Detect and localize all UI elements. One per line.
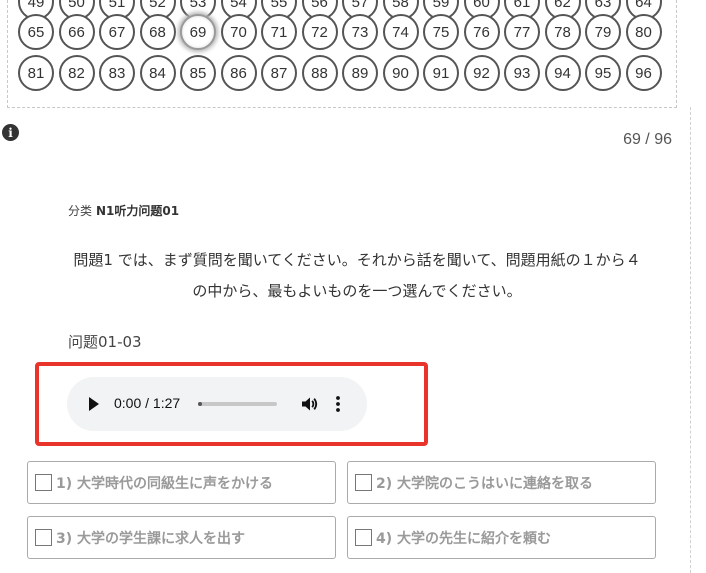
question-number-69[interactable]: 69: [180, 14, 216, 50]
play-icon[interactable]: [89, 397, 99, 411]
question-number-75[interactable]: 75: [423, 14, 459, 50]
question-category: 分类 N1听力问题01: [68, 202, 179, 219]
option-label: 4) 大学の先生に紹介を頼む: [376, 530, 552, 547]
question-number-71[interactable]: 71: [261, 14, 297, 50]
question-number-91[interactable]: 91: [423, 55, 459, 91]
question-number-70[interactable]: 70: [220, 14, 257, 50]
question-number-95[interactable]: 95: [585, 55, 621, 91]
question-number-89[interactable]: 89: [342, 55, 378, 91]
volume-icon[interactable]: [300, 395, 318, 413]
option-checkbox[interactable]: [355, 529, 372, 546]
question-number-83[interactable]: 83: [99, 55, 135, 91]
question-number-80[interactable]: 80: [625, 14, 662, 50]
option-checkbox[interactable]: [35, 529, 52, 546]
audio-time: 0:00 / 1:27: [114, 395, 181, 411]
option-label: 3) 大学の学生課に求人を出す: [56, 530, 246, 547]
question-number-78[interactable]: 78: [544, 14, 581, 50]
answer-option-2[interactable]: 2) 大学院のこうはいに連絡を取る: [347, 461, 656, 504]
question-number-92[interactable]: 92: [463, 55, 500, 91]
question-number-82[interactable]: 82: [58, 55, 95, 91]
question-number-84[interactable]: 84: [139, 55, 176, 91]
option-checkbox[interactable]: [35, 474, 52, 491]
info-icon[interactable]: i: [2, 124, 19, 141]
content-divider: [690, 107, 691, 573]
question-number-77[interactable]: 77: [504, 14, 540, 50]
answer-option-4[interactable]: 4) 大学の先生に紹介を頼む: [347, 516, 656, 559]
option-checkbox[interactable]: [355, 474, 372, 491]
audio-player[interactable]: 0:00 / 1:27: [67, 377, 367, 431]
category-value: N1听力问题01: [96, 204, 180, 218]
question-number-86[interactable]: 86: [220, 55, 257, 91]
question-number-65[interactable]: 65: [18, 14, 54, 50]
question-number-66[interactable]: 66: [58, 14, 95, 50]
category-label: 分类: [68, 204, 93, 218]
audio-seek-progress: [198, 402, 202, 406]
question-number-72[interactable]: 72: [301, 14, 338, 50]
question-number-67[interactable]: 67: [99, 14, 135, 50]
question-number-79[interactable]: 79: [585, 14, 621, 50]
question-number-87[interactable]: 87: [261, 55, 297, 91]
more-options-icon[interactable]: [334, 395, 342, 413]
answer-option-3[interactable]: 3) 大学の学生課に求人を出す: [27, 516, 336, 559]
option-label: 1) 大学時代の同級生に声をかける: [56, 475, 274, 492]
question-number-96[interactable]: 96: [625, 55, 662, 91]
question-number-73[interactable]: 73: [342, 14, 378, 50]
question-number-94[interactable]: 94: [544, 55, 581, 91]
question-number-74[interactable]: 74: [382, 14, 419, 50]
answer-option-1[interactable]: 1) 大学時代の同級生に声をかける: [27, 461, 336, 504]
option-label: 2) 大学院のこうはいに連絡を取る: [376, 475, 594, 492]
question-number-85[interactable]: 85: [180, 55, 216, 91]
question-number-68[interactable]: 68: [139, 14, 176, 50]
question-number-93[interactable]: 93: [504, 55, 540, 91]
question-title: 问题01-03: [68, 333, 142, 351]
question-instructions: 問題1 では、まず質問を聞いてください。それから話を聞いて、問題用紙の１から４の…: [73, 251, 641, 300]
question-number-76[interactable]: 76: [463, 14, 500, 50]
question-progress: 69 / 96: [623, 131, 672, 148]
question-number-row: 65 66 67 68 69 70 71 72 73 74 75 76 77 78 79 80: [18, 14, 666, 50]
question-number-90[interactable]: 90: [382, 55, 419, 91]
question-number-row: 81 82 83 84 85 86 87 88 89 90 91 92 93 94 95 96: [18, 55, 666, 91]
question-number-88[interactable]: 88: [301, 55, 338, 91]
question-number-81[interactable]: 81: [18, 55, 54, 91]
audio-seek-bar[interactable]: [198, 402, 277, 406]
